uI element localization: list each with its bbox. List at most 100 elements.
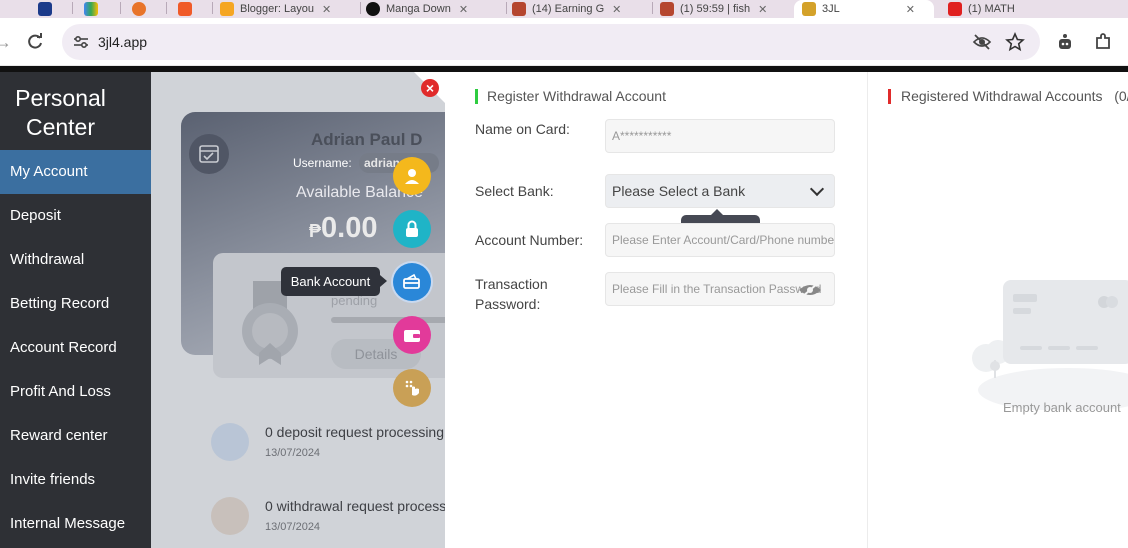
calendar-check-icon[interactable] bbox=[189, 134, 229, 174]
browser-tab[interactable]: (1) MATH bbox=[948, 0, 1128, 18]
select-bank-value: Please Select a Bank bbox=[612, 183, 746, 199]
reload-icon[interactable] bbox=[25, 32, 45, 52]
site-settings-icon[interactable] bbox=[72, 33, 90, 51]
piggy-bank-icon bbox=[211, 423, 249, 461]
sidebar-item-profit-and-loss[interactable]: Profit And Loss bbox=[0, 370, 151, 414]
bank-account-menu-button[interactable] bbox=[393, 263, 431, 301]
account-content-dimmed: Adrian Paul D Username: adrian Available… bbox=[151, 72, 445, 548]
tab-title: 3JL bbox=[822, 3, 840, 15]
url-text: 3jl4.app bbox=[98, 34, 148, 50]
chevron-down-icon bbox=[809, 181, 825, 197]
dial-menu-button[interactable] bbox=[393, 369, 431, 407]
personal-center-sidebar: Personal Center My Account Deposit Withd… bbox=[0, 72, 151, 548]
select-bank-dropdown[interactable]: Please Select a Bank bbox=[605, 174, 835, 208]
profile-menu-button[interactable] bbox=[393, 157, 431, 195]
tab-favicon bbox=[178, 2, 192, 16]
balance-value: 0.00 bbox=[321, 212, 378, 244]
registered-section-title: Registered Withdrawal Accounts (0/ bbox=[901, 88, 1128, 104]
sidebar-item-account-record[interactable]: Account Record bbox=[0, 326, 151, 370]
browser-tab[interactable] bbox=[38, 0, 68, 18]
eye-off-icon[interactable] bbox=[798, 282, 822, 298]
transaction-password-label-line2: Password: bbox=[475, 296, 541, 312]
forward-icon[interactable]: → bbox=[0, 32, 12, 53]
bookmark-star-icon[interactable] bbox=[1005, 32, 1025, 52]
deposit-request-date: 13/07/2024 bbox=[265, 447, 321, 459]
account-holder-name: Adrian Paul D bbox=[311, 130, 423, 149]
tab-favicon bbox=[802, 2, 816, 16]
section-accent-bar bbox=[475, 89, 478, 104]
sidebar-item-reward-center[interactable]: Reward center bbox=[0, 414, 151, 458]
address-bar[interactable]: 3jl4.app bbox=[62, 24, 1040, 60]
sidebar-title: Personal Center bbox=[0, 84, 121, 142]
browser-tab-active[interactable]: 3JL ✕ bbox=[794, 0, 934, 18]
sidebar-item-withdrawal[interactable]: Withdrawal bbox=[0, 238, 151, 282]
tap-hand-icon bbox=[405, 380, 419, 396]
tab-title: Blogger: Layou bbox=[240, 3, 314, 15]
tab-separator bbox=[212, 2, 213, 14]
tab-favicon bbox=[512, 2, 526, 16]
wallet-menu-button[interactable] bbox=[393, 316, 431, 354]
youtube-icon bbox=[948, 2, 962, 16]
tab-separator bbox=[120, 2, 121, 14]
extension-robot-icon[interactable] bbox=[1055, 32, 1075, 52]
close-tab-icon[interactable]: ✕ bbox=[906, 3, 915, 16]
browser-tab[interactable] bbox=[84, 0, 114, 18]
close-icon[interactable]: × bbox=[421, 79, 439, 97]
balance-amount: ₱0.00 bbox=[309, 212, 377, 245]
username-label: Username: bbox=[293, 156, 352, 170]
browser-tab[interactable]: (14) Earning G ✕ bbox=[512, 0, 650, 18]
tab-favicon bbox=[660, 2, 674, 16]
registered-count: (0/ bbox=[1114, 88, 1128, 104]
deposit-request-text: 0 deposit request processing bbox=[265, 424, 444, 440]
account-number-input[interactable]: Please Enter Account/Card/Phone number bbox=[605, 223, 835, 257]
sidebar-item-deposit[interactable]: Deposit bbox=[0, 194, 151, 238]
wallet-icon bbox=[404, 330, 420, 342]
browser-tab[interactable]: Manga Down ✕ bbox=[366, 0, 502, 18]
tab-favicon bbox=[366, 2, 380, 16]
tab-separator bbox=[166, 2, 167, 14]
sidebar-item-my-account[interactable]: My Account bbox=[0, 150, 151, 194]
transaction-password-label-line1: Transaction bbox=[475, 276, 548, 292]
close-tab-icon[interactable]: ✕ bbox=[758, 3, 767, 16]
user-icon bbox=[405, 169, 419, 184]
tab-separator bbox=[652, 2, 653, 14]
transaction-password-label: Transaction Password: bbox=[475, 274, 548, 314]
security-menu-button[interactable] bbox=[393, 210, 431, 248]
close-tab-icon[interactable]: ✕ bbox=[612, 3, 621, 16]
blogger-icon bbox=[220, 2, 234, 16]
name-on-card-label: Name on Card: bbox=[475, 121, 570, 137]
tab-favicon bbox=[38, 2, 52, 16]
tab-favicon bbox=[84, 2, 98, 16]
bank-account-tooltip: Bank Account bbox=[281, 267, 387, 296]
name-on-card-field[interactable]: A*********** bbox=[605, 119, 835, 153]
close-tab-icon[interactable]: ✕ bbox=[322, 3, 331, 16]
withdrawal-request-text: 0 withdrawal request process bbox=[265, 498, 445, 514]
panel-divider bbox=[867, 72, 868, 548]
browser-tab[interactable] bbox=[178, 0, 208, 18]
tab-separator bbox=[506, 2, 507, 14]
empty-bank-account-text: Empty bank account bbox=[1003, 400, 1121, 415]
lock-icon bbox=[406, 220, 418, 237]
bank-card-icon bbox=[403, 273, 420, 289]
sidebar-item-internal-message[interactable]: Internal Message bbox=[0, 502, 151, 546]
browser-toolbar: → 3jl4.app bbox=[0, 18, 1128, 66]
sidebar-item-invite-friends[interactable]: Invite friends bbox=[0, 458, 151, 502]
tab-title: (14) Earning G bbox=[532, 3, 605, 15]
tab-favicon bbox=[132, 2, 146, 16]
tab-title: Manga Down bbox=[386, 3, 451, 15]
vip-progress-bar bbox=[331, 317, 445, 323]
empty-bank-card-illustration bbox=[972, 280, 1128, 410]
close-tab-icon[interactable]: ✕ bbox=[459, 3, 468, 16]
eye-off-icon[interactable] bbox=[972, 32, 992, 52]
browser-tab[interactable] bbox=[132, 0, 162, 18]
withdrawal-icon bbox=[211, 497, 249, 535]
extensions-puzzle-icon[interactable] bbox=[1093, 32, 1113, 52]
register-section-title: Register Withdrawal Account bbox=[487, 88, 666, 104]
sidebar-title-line1: Personal bbox=[15, 85, 106, 111]
browser-tab[interactable]: (1) 59:59 | fish ✕ bbox=[660, 0, 786, 18]
sidebar-item-betting-record[interactable]: Betting Record bbox=[0, 282, 151, 326]
browser-tab[interactable]: Blogger: Layou ✕ bbox=[220, 0, 356, 18]
tab-title: (1) MATH bbox=[968, 3, 1015, 15]
tab-separator bbox=[72, 2, 73, 14]
withdrawal-request-date: 13/07/2024 bbox=[265, 521, 321, 533]
